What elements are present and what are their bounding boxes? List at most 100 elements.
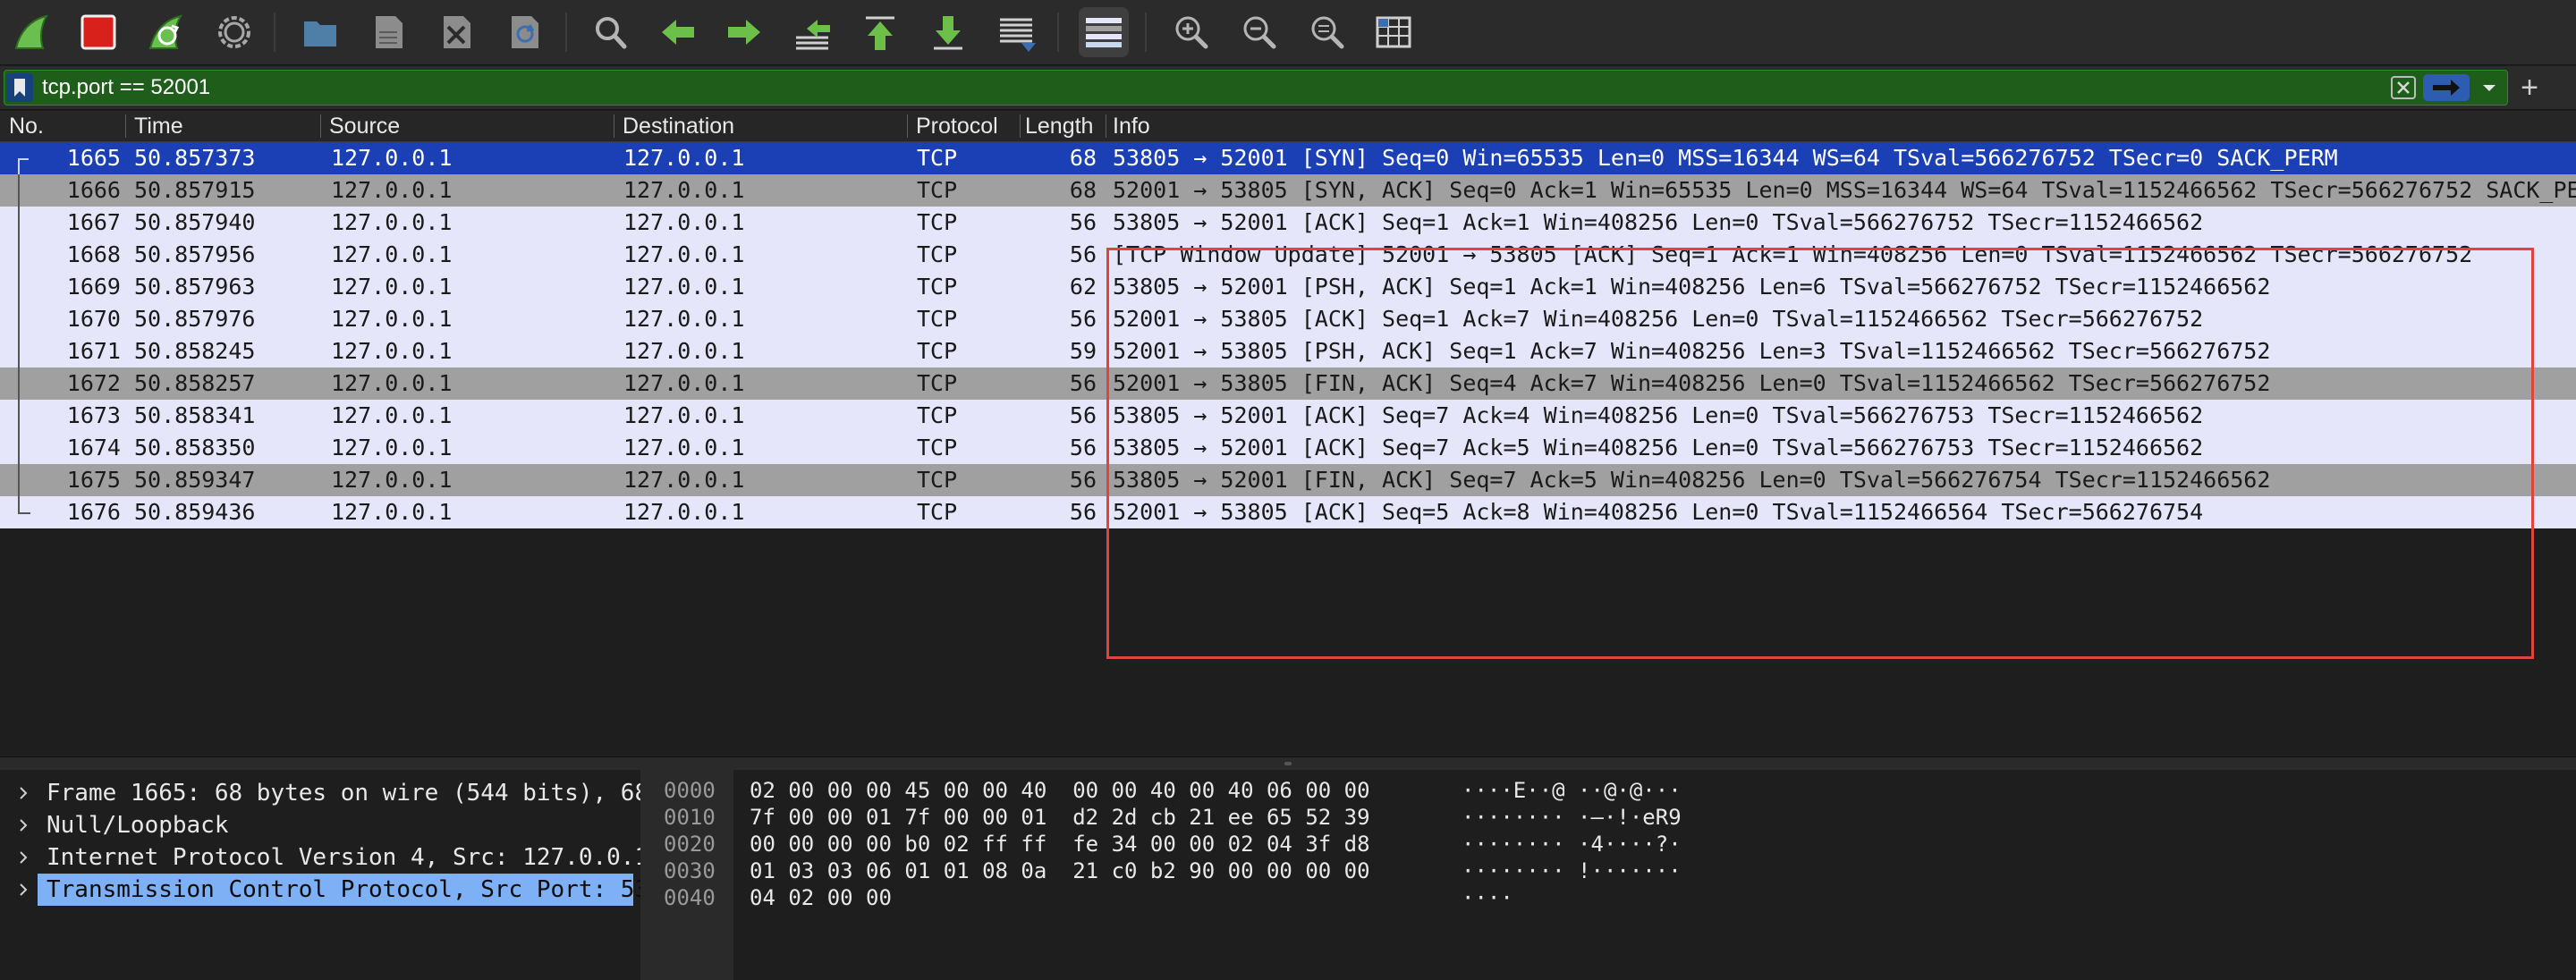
detail-tree-item[interactable]: Null/Loopback: [0, 809, 640, 841]
find-packet-button[interactable]: [585, 7, 635, 57]
table-row[interactable]: 1673 50.858341 127.0.0.1 127.0.0.1 TCP 56 5380…: [0, 400, 2576, 432]
auto-scroll-button[interactable]: [991, 7, 1041, 57]
toolbar-separator: [1145, 13, 1147, 52]
packet-length: 62: [1069, 274, 1097, 300]
packet-source: 127.0.0.1: [331, 241, 453, 267]
table-row[interactable]: 1669 50.857963 127.0.0.1 127.0.0.1 TCP 62 5380…: [0, 271, 2576, 303]
packet-destination: 127.0.0.1: [623, 145, 745, 171]
clear-filter-icon[interactable]: [2391, 76, 2416, 99]
close-file-button[interactable]: [431, 7, 481, 57]
conversation-line: [18, 335, 20, 368]
zoom-out-icon: [1243, 16, 1276, 49]
table-row[interactable]: 1665 50.857373 127.0.0.1 127.0.0.1 TCP 68 5380…: [0, 142, 2576, 174]
packet-time: 50.857956: [134, 241, 256, 267]
auto-scroll-icon: [1000, 18, 1036, 52]
column-header-info[interactable]: Info: [1113, 112, 1470, 140]
packet-source: 127.0.0.1: [331, 338, 453, 364]
table-row[interactable]: 1674 50.858350 127.0.0.1 127.0.0.1 TCP 56 5380…: [0, 432, 2576, 464]
packet-length: 56: [1069, 402, 1097, 428]
filter-bookmark-icon[interactable]: [6, 73, 33, 102]
packet-time: 50.857373: [134, 145, 256, 171]
column-divider[interactable]: [1020, 114, 1021, 138]
packet-source: 127.0.0.1: [331, 274, 453, 300]
table-row[interactable]: 1676 50.859436 127.0.0.1 127.0.0.1 TCP 56 5200…: [0, 496, 2576, 528]
zoom-out-button[interactable]: [1234, 7, 1284, 57]
packet-info: 52001 → 53805 [PSH, ACK] Seq=1 Ack=7 Win…: [1113, 338, 2271, 364]
column-header-protocol[interactable]: Protocol: [916, 112, 1016, 140]
packet-destination: 127.0.0.1: [623, 306, 745, 332]
conversation-line: [18, 303, 20, 335]
chevron-down-icon[interactable]: [2477, 76, 2502, 101]
packet-time: 50.859436: [134, 499, 256, 525]
packet-destination: 127.0.0.1: [623, 499, 745, 525]
add-filter-button[interactable]: +: [2513, 72, 2546, 104]
detail-tree-item[interactable]: Internet Protocol Version 4, Src: 127.0.…: [0, 841, 640, 874]
packet-protocol: TCP: [917, 306, 958, 332]
column-header-destination[interactable]: Destination: [623, 112, 900, 140]
packet-time: 50.857976: [134, 306, 256, 332]
normal-size-button[interactable]: [1302, 7, 1352, 57]
detail-tree-label: Internet Protocol Version 4, Src: 127.0.…: [47, 844, 640, 871]
detail-tree-label: Transmission Control Protocol, Src Port:…: [38, 874, 640, 906]
table-row[interactable]: 1670 50.857976 127.0.0.1 127.0.0.1 TCP 56 5200…: [0, 303, 2576, 335]
detail-tree-item[interactable]: Transmission Control Protocol, Src Port:…: [0, 874, 640, 906]
column-divider[interactable]: [320, 114, 321, 138]
packet-destination: 127.0.0.1: [623, 241, 745, 267]
packet-no: 1670: [66, 306, 121, 332]
go-forward-button[interactable]: [719, 7, 769, 57]
add-filter-label: +: [2521, 71, 2538, 105]
go-to-last-packet-button[interactable]: [923, 7, 973, 57]
column-header-time[interactable]: Time: [134, 112, 313, 140]
packet-source: 127.0.0.1: [331, 306, 453, 332]
filter-expression-text[interactable]: tcp.port == 52001: [42, 75, 210, 100]
packet-protocol: TCP: [917, 145, 958, 171]
chevron-right-icon[interactable]: [16, 874, 30, 906]
splitter-grip[interactable]: [1284, 762, 1292, 765]
chevron-right-icon[interactable]: [16, 841, 30, 874]
start-capture-button[interactable]: [7, 7, 57, 57]
conversation-end-marker: [18, 496, 20, 514]
colorize-packet-list-button[interactable]: [1079, 7, 1129, 57]
column-header-no[interactable]: No.: [9, 112, 116, 140]
open-file-button[interactable]: [295, 7, 345, 57]
go-back-button[interactable]: [653, 7, 703, 57]
conversation-end-marker: [18, 512, 30, 514]
table-row[interactable]: 1675 50.859347 127.0.0.1 127.0.0.1 TCP 56 5380…: [0, 464, 2576, 496]
restart-capture-button[interactable]: [141, 7, 191, 57]
conversation-line: [18, 207, 20, 239]
packet-destination: 127.0.0.1: [623, 435, 745, 460]
table-row[interactable]: 1666 50.857915 127.0.0.1 127.0.0.1 TCP 68 5200…: [0, 174, 2576, 207]
packet-time: 50.858350: [134, 435, 256, 460]
column-divider[interactable]: [125, 114, 126, 138]
table-row[interactable]: 1667 50.857940 127.0.0.1 127.0.0.1 TCP 56 5380…: [0, 207, 2576, 239]
resize-columns-button[interactable]: [1368, 7, 1419, 57]
packet-protocol: TCP: [917, 177, 958, 203]
column-header-source[interactable]: Source: [329, 112, 606, 140]
go-to-first-packet-button[interactable]: [855, 7, 905, 57]
colorize-packet-list-icon: [1086, 18, 1122, 47]
table-row[interactable]: 1668 50.857956 127.0.0.1 127.0.0.1 TCP 56 [TCP…: [0, 239, 2576, 271]
table-row[interactable]: 1672 50.858257 127.0.0.1 127.0.0.1 TCP 56 5200…: [0, 368, 2576, 400]
packet-no: 1669: [66, 274, 121, 300]
pane-splitter[interactable]: [0, 756, 2576, 771]
capture-options-button[interactable]: [209, 7, 259, 57]
table-row[interactable]: 1671 50.858245 127.0.0.1 127.0.0.1 TCP 59 5200…: [0, 335, 2576, 368]
details-bytes-divider[interactable]: [640, 770, 651, 980]
packet-source: 127.0.0.1: [331, 209, 453, 235]
zoom-in-button[interactable]: [1166, 7, 1216, 57]
apply-filter-button[interactable]: [2423, 74, 2470, 101]
column-header-length[interactable]: Length: [1025, 112, 1102, 140]
packet-length: 56: [1069, 467, 1097, 493]
chevron-right-icon[interactable]: [16, 809, 30, 841]
display-filter-input[interactable]: tcp.port == 52001: [4, 70, 2508, 106]
column-divider[interactable]: [907, 114, 908, 138]
chevron-right-icon[interactable]: [16, 777, 30, 809]
reload-file-button[interactable]: [499, 7, 549, 57]
detail-tree-item[interactable]: Frame 1665: 68 bytes on wire (544 bits),…: [0, 777, 640, 809]
stop-capture-button[interactable]: [73, 7, 123, 57]
packet-protocol: TCP: [917, 241, 958, 267]
go-to-packet-button[interactable]: [787, 7, 837, 57]
conversation-line: [18, 368, 20, 400]
close-file-icon: [444, 16, 470, 48]
save-file-button[interactable]: [363, 7, 413, 57]
